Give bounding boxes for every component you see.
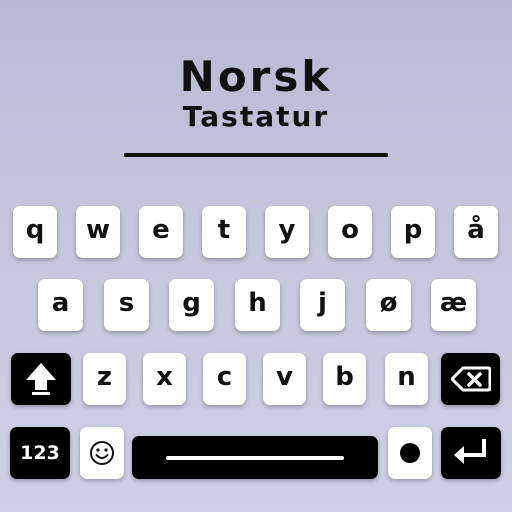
numbers-key-label: 123 [20,441,60,464]
key-z[interactable]: z [83,353,126,405]
key-w[interactable]: w [76,206,120,258]
key-a-ring[interactable]: å [454,206,498,258]
backspace-key[interactable] [441,353,500,405]
smiley-icon [89,440,115,466]
key-t[interactable]: t [202,206,246,258]
key-j[interactable]: j [300,279,345,331]
key-label: p [403,215,423,245]
key-label: c [216,362,233,392]
key-p[interactable]: p [391,206,435,258]
key-e[interactable]: e [139,206,183,258]
key-c[interactable]: c [203,353,246,405]
key-label: j [318,288,327,318]
shift-arrow-icon [24,361,58,397]
key-n[interactable]: n [385,353,428,405]
key-b[interactable]: b [323,353,366,405]
key-ae[interactable]: æ [431,279,476,331]
key-label: t [217,215,231,245]
emoji-key[interactable] [80,427,124,479]
space-bar-line [166,455,344,460]
key-label: s [118,288,135,318]
key-label: w [85,215,111,245]
shift-key[interactable] [11,353,71,405]
key-label: n [397,362,416,392]
key-label: o [341,215,359,245]
key-label: b [335,362,354,392]
key-s[interactable]: s [104,279,149,331]
enter-key[interactable] [441,427,501,479]
numbers-key[interactable]: 123 [10,427,70,479]
space-bar[interactable] [132,436,378,479]
period-key[interactable] [388,427,432,479]
key-label: y [278,215,296,245]
key-y[interactable]: y [265,206,309,258]
enter-return-icon [451,438,491,468]
key-o[interactable]: o [328,206,372,258]
key-label: x [156,362,173,392]
key-o-slash[interactable]: ø [366,279,411,331]
key-label: ø [379,288,398,318]
key-label: z [96,362,113,392]
key-v[interactable]: v [263,353,306,405]
key-label: g [182,288,201,318]
key-g[interactable]: g [169,279,214,331]
key-h[interactable]: h [235,279,280,331]
backspace-icon [450,366,491,392]
key-label: a [51,288,70,318]
key-label: å [467,215,485,245]
key-label: æ [439,288,468,318]
key-q[interactable]: q [13,206,57,258]
dot-icon [400,443,420,463]
key-label: v [276,362,293,392]
key-a[interactable]: a [38,279,83,331]
key-label: h [248,288,267,318]
key-label: q [25,215,45,245]
key-x[interactable]: x [143,353,186,405]
keyboard: q w e t y o p å a s g h j ø æ z x c v b … [0,0,512,512]
key-label: e [152,215,170,245]
